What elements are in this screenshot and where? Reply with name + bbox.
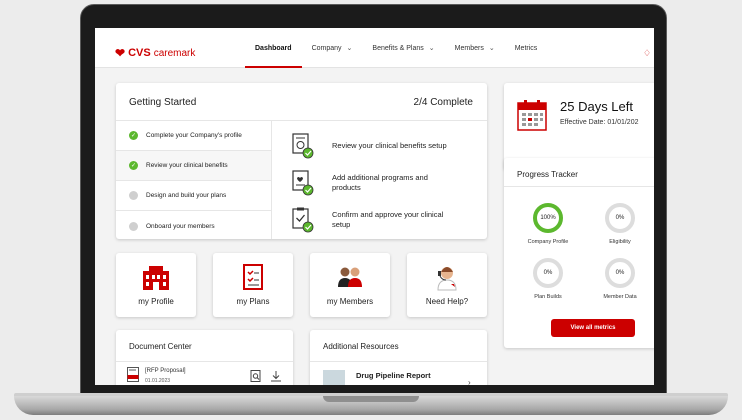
gauge-plan-builds[interactable]: 0% Plan Builds (518, 258, 578, 300)
building-icon (142, 263, 170, 291)
document-center-card: Document Center [RFP Proposal] 01.01.202… (116, 330, 293, 385)
receipt-heart-icon (292, 169, 314, 196)
chevron-down-icon: ⌄ (488, 45, 495, 52)
document-date: 01.01.2023 (145, 378, 171, 384)
document-icon (127, 367, 139, 382)
days-left-title: 25 Days Left (560, 99, 633, 114)
tile-label: my Plans (236, 297, 270, 306)
progress-tracker-title: Progress Tracker (517, 170, 578, 179)
getting-started-card: Getting Started 2/4 Complete ✓ Complete … (116, 83, 487, 239)
step-company-profile[interactable]: ✓ Complete your Company's profile (116, 121, 271, 151)
progress-tracker-card: Progress Tracker 100% Company Profile 0%… (504, 158, 654, 348)
top-navigation-bar: ❤ CVS caremark Dashboard Company ⌄ Benefi… (95, 28, 654, 68)
resource-link[interactable]: Drug Pipeline Report (356, 371, 431, 380)
bell-icon[interactable]: ♢ (643, 48, 651, 59)
preview-icon[interactable] (250, 369, 262, 382)
task-review-clinical[interactable]: Review your clinical benefits setup (292, 127, 482, 164)
tile-label: my Profile (138, 297, 174, 306)
tile-my-members[interactable]: my Members (310, 253, 390, 317)
chevron-right-icon[interactable]: › (468, 378, 471, 385)
gauge-label: Plan Builds (534, 294, 562, 300)
tile-label: Need Help? (425, 297, 469, 306)
step-label: Design and build your plans (146, 192, 227, 199)
support-agent-icon (433, 263, 461, 291)
laptop-notch (323, 396, 419, 402)
step-clinical-benefits[interactable]: ✓ Review your clinical benefits (116, 151, 271, 181)
divider (504, 186, 654, 187)
progress-ring: 100% (533, 203, 563, 233)
tile-my-plans[interactable]: my Plans (213, 253, 293, 317)
chevron-down-icon: ⌄ (428, 45, 435, 52)
divider (310, 361, 487, 362)
clipboard-check-icon (292, 207, 314, 233)
steps-list: ✓ Complete your Company's profile ✓ Revi… (116, 121, 271, 241)
chevron-down-icon: ⌄ (346, 45, 353, 52)
checklist-icon (239, 263, 267, 291)
people-icon (336, 263, 364, 291)
gauge-label: Member Data (603, 294, 637, 300)
gauge-member-data[interactable]: 0% Member Data (590, 258, 650, 300)
task-add-programs[interactable]: Add additional programs and products (292, 164, 482, 201)
check-circle-icon: ✓ (129, 161, 138, 170)
nav-label: Company (311, 44, 342, 52)
step-label: Review your clinical benefits (146, 162, 228, 169)
document-center-title: Document Center (129, 342, 192, 351)
step-design-plans[interactable]: Design and build your plans (116, 181, 271, 211)
empty-circle-icon (129, 191, 138, 200)
nav-label: Members (454, 44, 484, 52)
days-left-card: 25 Days Left Effective Date: 01/01/202 (504, 83, 654, 170)
nav-label: Benefits & Plans (372, 44, 424, 52)
step-onboard-members[interactable]: Onboard your members (116, 211, 271, 241)
logo-sub: caremark (153, 47, 196, 59)
additional-resources-card: Additional Resources Drug Pipeline Repor… (310, 330, 487, 385)
gauge-eligibility[interactable]: 0% Eligibility (590, 203, 650, 245)
step-label: Onboard your members (146, 222, 215, 230)
nav-label: Metrics (514, 44, 538, 52)
additional-resources-title: Additional Resources (323, 342, 399, 351)
heart-icon: ❤ (115, 46, 126, 60)
task-confirm-approve[interactable]: Confirm and approve your clinical setup (292, 201, 482, 238)
logo-text: CVS (128, 47, 151, 59)
document-name[interactable]: [RFP Proposal] (145, 368, 186, 374)
progress-ring: 0% (533, 258, 563, 288)
gauge-label: Company Profile (527, 239, 569, 245)
progress-ring: 0% (605, 203, 635, 233)
app-screen: ❤ CVS caremark Dashboard Company ⌄ Benefi… (95, 28, 654, 385)
step-label: Complete your Company's profile (146, 132, 242, 139)
report-icon (292, 132, 314, 159)
task-label: Review your clinical benefits setup (332, 140, 447, 150)
calendar-icon (517, 99, 547, 131)
tile-label: my Members (326, 297, 374, 306)
task-label: Confirm and approve your clinical setup (332, 209, 444, 229)
divider (116, 361, 293, 362)
resource-thumbnail (323, 370, 345, 385)
task-label: Add additional programs and products (332, 172, 428, 192)
nav-dashboard[interactable]: Dashboard (245, 28, 302, 68)
getting-started-progress: 2/4 Complete (413, 97, 473, 108)
getting-started-title: Getting Started (129, 97, 197, 108)
nav-members[interactable]: Members ⌄ (445, 28, 505, 68)
nav-company[interactable]: Company ⌄ (302, 28, 363, 68)
cvs-caremark-logo[interactable]: ❤ CVS caremark (115, 46, 195, 60)
nav-benefits-plans[interactable]: Benefits & Plans ⌄ (362, 28, 444, 68)
nav-label: Dashboard (255, 44, 292, 52)
task-list: Review your clinical benefits setup Add … (292, 127, 482, 238)
effective-date: Effective Date: 01/01/202 (560, 119, 639, 126)
tile-need-help[interactable]: Need Help? (407, 253, 487, 317)
check-circle-icon: ✓ (129, 131, 138, 140)
tile-my-profile[interactable]: my Profile (116, 253, 196, 317)
view-all-metrics-button[interactable]: View all metrics (551, 319, 635, 337)
divider (271, 121, 272, 239)
gauge-company-profile[interactable]: 100% Company Profile (518, 203, 578, 245)
main-nav: Dashboard Company ⌄ Benefits & Plans ⌄ Mem… (245, 28, 547, 68)
progress-ring: 0% (605, 258, 635, 288)
empty-circle-icon (129, 221, 138, 231)
nav-metrics[interactable]: Metrics (505, 28, 548, 68)
gauge-label: Eligibility (609, 239, 631, 245)
download-icon[interactable] (270, 369, 282, 382)
